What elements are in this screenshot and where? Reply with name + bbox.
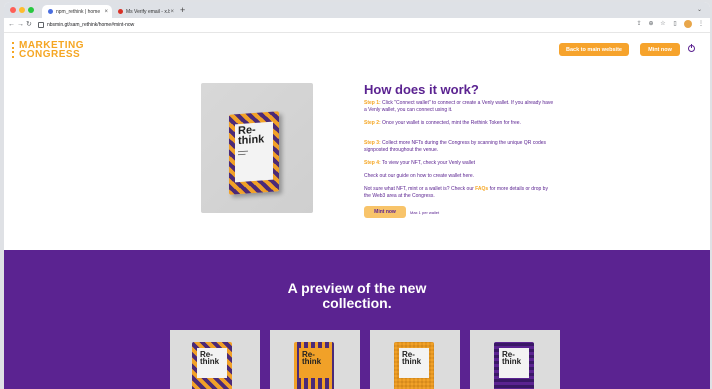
step-2-label: Step 2: bbox=[364, 120, 381, 126]
max-per-wallet-note: Max 1 per wallet bbox=[410, 210, 440, 215]
bookmark-star-icon[interactable]: ☆ bbox=[660, 21, 666, 27]
step-3-label: Step 3: bbox=[364, 140, 381, 146]
mail-favicon-icon bbox=[118, 9, 123, 14]
how-it-works-title: How does it work? bbox=[364, 82, 479, 97]
lock-icon bbox=[38, 22, 44, 28]
reload-icon[interactable]: ↻ bbox=[26, 20, 32, 29]
book-fineprint: ▬▬▬▬ ▬▬▬ bbox=[238, 149, 248, 156]
guide-link-text[interactable]: Check out our guide on how to create wal… bbox=[364, 173, 554, 180]
tab-title: npm_rethink | home bbox=[56, 8, 101, 15]
profile-avatar[interactable] bbox=[684, 20, 692, 28]
step-1-text: Step 1: Click "Connect wallet" to connec… bbox=[364, 100, 554, 114]
thumb-word-2: think bbox=[302, 357, 322, 367]
tab-strip: npm_rethink | home × Ms Verify email - x… bbox=[4, 2, 710, 18]
share-icon[interactable]: ⇪ bbox=[636, 21, 642, 27]
tab-title: Ms Verify email - x.bunzu@NNtrr bbox=[126, 8, 171, 15]
power-icon[interactable] bbox=[688, 44, 695, 52]
step-4-label: Step 4: bbox=[364, 160, 381, 166]
forward-arrow-icon[interactable]: → bbox=[17, 20, 24, 29]
step-3-text: Step 3: Collect more NFTs during the Con… bbox=[364, 140, 554, 154]
thumb-word-2: think bbox=[402, 357, 422, 367]
collection-thumbnail[interactable]: Re- think bbox=[170, 330, 260, 389]
step-4-body: To view your NFT, check your Venly walle… bbox=[380, 160, 476, 166]
step-1-label: Step 1: bbox=[364, 100, 381, 106]
tab-email[interactable]: Ms Verify email - x.bunzu@NNtrr × bbox=[112, 5, 178, 18]
web-page: MARKETING CONGRESS Back to main website … bbox=[4, 33, 710, 389]
browser-toolbar: ← → ↻ nbsmin.gt/sam_rethink/home#mint-no… bbox=[4, 18, 710, 33]
tab-close-icon[interactable]: × bbox=[104, 9, 108, 15]
site-favicon-icon bbox=[48, 9, 53, 14]
back-arrow-icon[interactable]: ← bbox=[8, 20, 15, 29]
collection-thumbnail[interactable]: Re- think bbox=[270, 330, 360, 389]
step-2-text: Step 2: Once your wallet is connected, m… bbox=[364, 120, 554, 127]
faq-link[interactable]: FAQs bbox=[475, 186, 488, 192]
book-word-2: think bbox=[238, 133, 265, 148]
minimize-window-dot[interactable] bbox=[19, 7, 25, 13]
new-tab-button[interactable]: + bbox=[180, 5, 185, 15]
back-to-main-website-button[interactable]: Back to main website bbox=[559, 43, 629, 56]
book-cover: Re- think ▬▬▬▬ ▬▬▬ bbox=[229, 111, 279, 195]
step-3-body: Collect more NFTs during the Congress by… bbox=[364, 140, 547, 153]
browser-window: npm_rethink | home × Ms Verify email - x… bbox=[4, 2, 710, 389]
collection-thumbnail[interactable]: Re- think bbox=[370, 330, 460, 389]
marketing-congress-logo[interactable]: MARKETING CONGRESS bbox=[12, 41, 84, 60]
collection-thumbnail[interactable]: Re- think bbox=[470, 330, 560, 389]
zoom-icon[interactable]: ⊕ bbox=[648, 21, 654, 27]
thumb-word-2: think bbox=[502, 357, 522, 367]
logo-line-2: CONGRESS bbox=[19, 49, 81, 60]
step-2-body: Once your wallet is connected, mint the … bbox=[380, 120, 521, 126]
header-mint-button[interactable]: Mint now bbox=[640, 43, 680, 56]
step-4-text: Step 4: To view your NFT, check your Ven… bbox=[364, 160, 554, 167]
thumb-word-2: think bbox=[200, 357, 220, 367]
step-1-body: Click "Connect wallet" to connect or cre… bbox=[364, 100, 554, 113]
mint-now-button[interactable]: Mint now bbox=[364, 206, 406, 218]
preview-title-line-1: A preview of the new bbox=[287, 280, 427, 296]
menu-kebab-icon[interactable]: ⋮ bbox=[698, 21, 704, 27]
close-window-dot[interactable] bbox=[10, 7, 16, 13]
sidebar-icon[interactable]: ▯ bbox=[672, 21, 678, 27]
preview-section: A preview of the new collection. Re- thi… bbox=[4, 250, 710, 389]
url-text: nbsmin.gt/sam_rethink/home#mint-now bbox=[47, 22, 135, 28]
rethink-book-image: Re- think ▬▬▬▬ ▬▬▬ bbox=[201, 83, 313, 213]
maximize-window-dot[interactable] bbox=[28, 7, 34, 13]
preview-title: A preview of the new collection. bbox=[4, 281, 710, 311]
tab-close-icon[interactable]: × bbox=[170, 9, 174, 15]
tab-search-icon[interactable]: ⌄ bbox=[697, 6, 702, 13]
address-bar[interactable]: nbsmin.gt/sam_rethink/home#mint-now bbox=[38, 20, 598, 30]
faq-text: Not sure what NFT, mint or a wallet is? … bbox=[364, 186, 554, 200]
tab-home[interactable]: npm_rethink | home × bbox=[42, 5, 112, 18]
preview-title-line-2: collection. bbox=[322, 295, 392, 311]
faq-pre: Not sure what NFT, mint or a wallet is? … bbox=[364, 186, 476, 192]
